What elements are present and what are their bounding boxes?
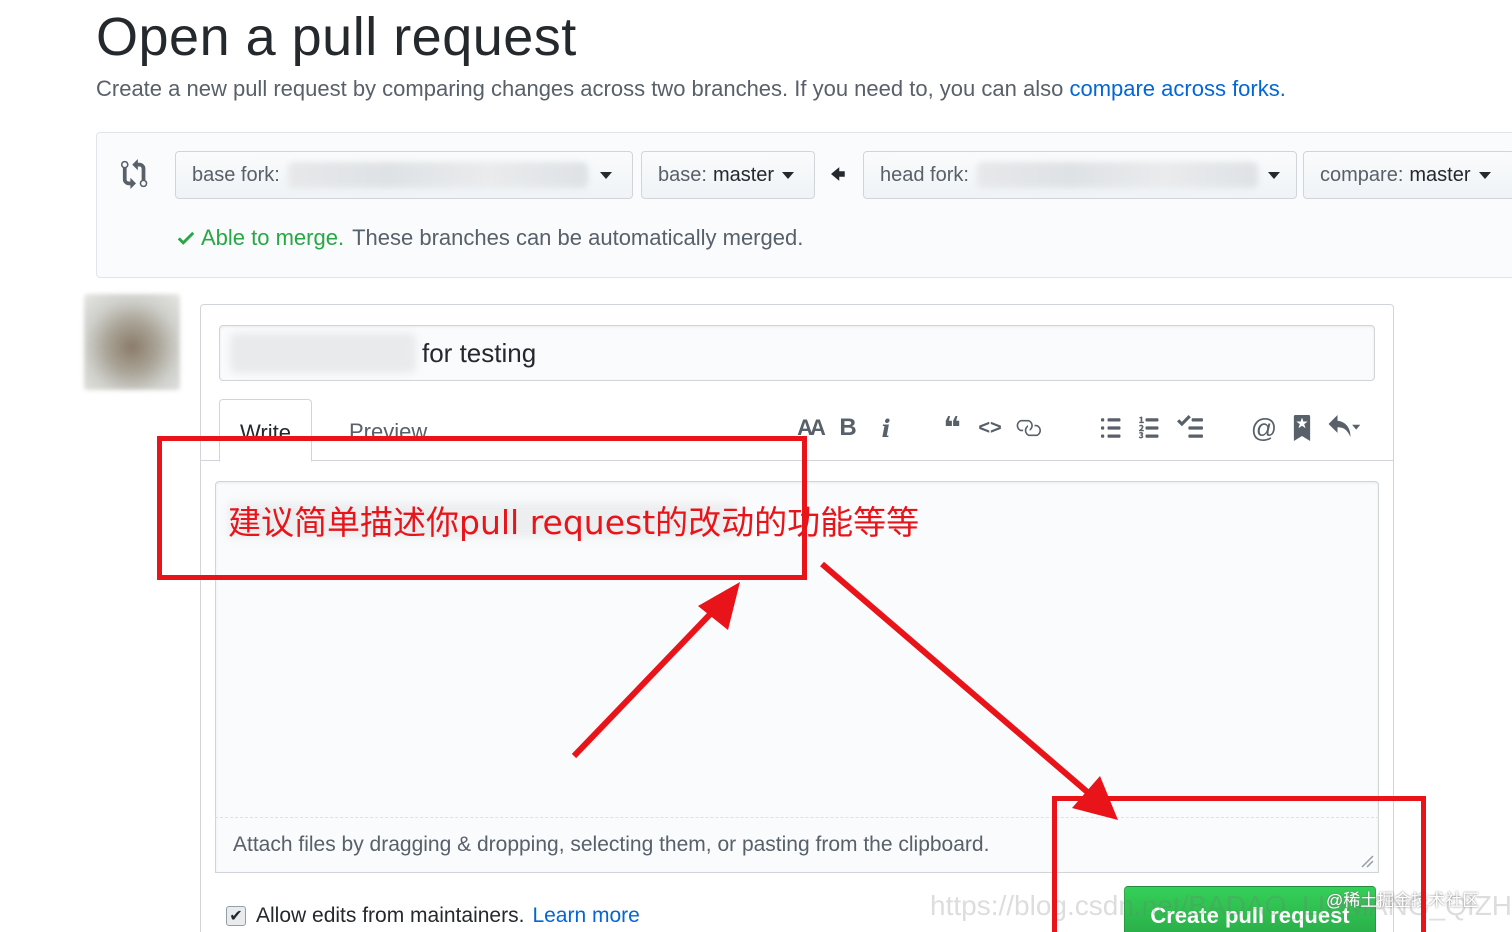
task-list-icon[interactable] [1171, 413, 1209, 443]
mention-icon[interactable]: @ [1245, 413, 1283, 443]
range-editor: base fork: base: master head fork: compa… [96, 132, 1512, 278]
merge-ok-label: Able to merge. [201, 225, 345, 250]
link-icon[interactable] [1009, 413, 1047, 443]
head-fork-select[interactable]: head fork: [863, 151, 1297, 199]
base-branch-select[interactable]: base: master [641, 151, 815, 199]
pr-title-input[interactable]: for testing [219, 325, 1375, 381]
compare-label: compare: [1320, 163, 1404, 186]
annotation-text: 建议简单描述你pull request的改动的功能等等 [228, 503, 920, 542]
italic-icon[interactable]: i [867, 413, 905, 443]
pr-title-value: for testing [422, 337, 537, 368]
chevron-down-icon [782, 171, 795, 179]
learn-more-link[interactable]: Learn more [532, 904, 639, 928]
merge-status: Able to merge. These branches can be aut… [175, 225, 803, 251]
quote-icon[interactable]: ❝ [933, 412, 971, 445]
page-title: Open a pull request [96, 7, 577, 67]
chevron-down-icon [1478, 171, 1491, 179]
base-fork-label: base fork: [192, 163, 280, 186]
toolbar-text-group: AA B i [791, 413, 905, 443]
arrow-left-icon [831, 167, 845, 181]
code-icon[interactable]: <> [971, 413, 1009, 443]
head-fork-label: head fork: [880, 163, 969, 186]
allow-edits-option: ✔ Allow edits from maintainers. Learn mo… [226, 904, 640, 928]
compare-branch-value: master [1409, 163, 1471, 186]
compare-across-forks-link[interactable]: compare across forks. [1069, 76, 1285, 101]
avatar [84, 294, 180, 390]
merge-description: These branches can be automatically merg… [352, 225, 804, 250]
ordered-list-icon[interactable] [1133, 413, 1171, 443]
bookmark-icon[interactable] [1283, 413, 1321, 443]
compare-branch-select[interactable]: compare: master [1303, 151, 1512, 199]
allow-edits-label: Allow edits from maintainers. [256, 904, 525, 927]
page-subtitle: Create a new pull request by comparing c… [96, 76, 1286, 102]
toolbar-misc-group: @ [1245, 413, 1367, 443]
toolbar-insert-group: ❝ <> [933, 412, 1047, 445]
base-fork-select[interactable]: base fork: [175, 151, 633, 199]
title-prefix-blurred [230, 333, 416, 373]
chevron-down-icon [599, 171, 612, 179]
annotation-box-create-button [1052, 796, 1426, 932]
unordered-list-icon[interactable] [1095, 413, 1133, 443]
base-branch-value: master [712, 163, 775, 186]
toolbar-list-group [1095, 413, 1209, 443]
bold-icon[interactable]: B [829, 413, 867, 443]
subtitle-text: Create a new pull request by comparing c… [96, 76, 1070, 101]
git-compare-icon [121, 159, 148, 189]
base-label: base: [658, 163, 707, 186]
head-fork-value-blurred [976, 162, 1258, 188]
reply-icon[interactable] [1321, 413, 1367, 443]
chevron-down-icon [1268, 171, 1280, 179]
check-icon [177, 231, 195, 245]
base-fork-value-blurred [287, 162, 588, 188]
allow-edits-checkbox[interactable]: ✔ [226, 906, 246, 926]
